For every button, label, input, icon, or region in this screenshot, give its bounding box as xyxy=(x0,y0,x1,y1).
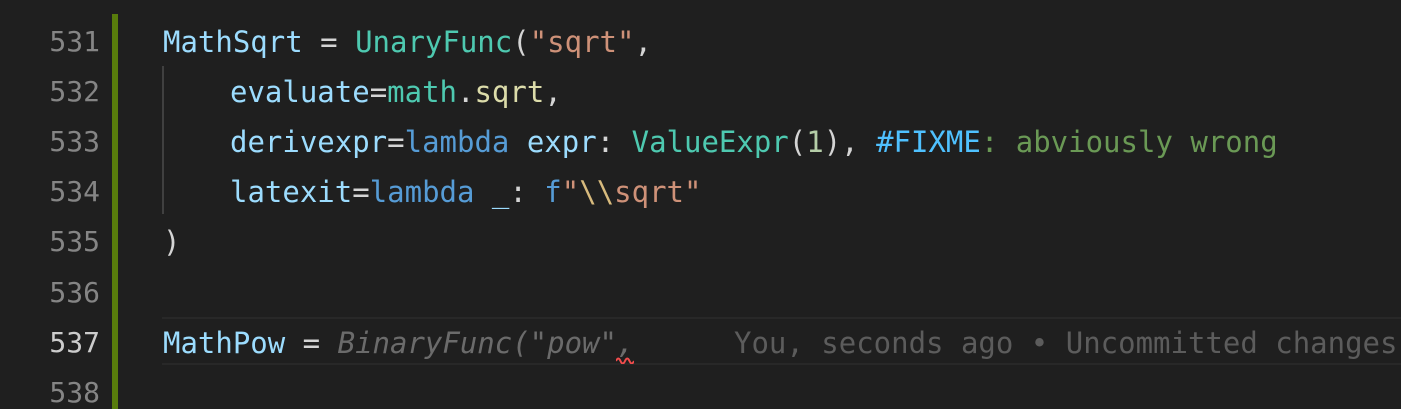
paren: ) xyxy=(823,125,842,159)
identifier: MathPow xyxy=(163,326,286,360)
error-squiggle-icon[interactable] xyxy=(616,356,634,364)
lambda-parameter: _ xyxy=(474,175,510,209)
function-name: sqrt xyxy=(474,75,545,109)
line-number: 533 xyxy=(49,125,100,158)
keyword-argument: latexit xyxy=(230,175,353,209)
git-blame-annotation[interactable]: You, seconds ago • Uncommitted changes xyxy=(734,318,1397,368)
operator: = xyxy=(285,326,338,360)
operator: = xyxy=(302,25,356,59)
line-number: 538 xyxy=(49,376,100,409)
class-name: UnaryFunc xyxy=(355,25,513,59)
colon: : xyxy=(596,125,632,159)
code-line-535[interactable]: ) xyxy=(163,217,180,267)
line-number: 535 xyxy=(49,225,100,258)
line-number: 531 xyxy=(49,25,100,58)
paren: ) xyxy=(163,225,181,259)
comment: : abviously wrong xyxy=(980,125,1278,159)
module-name: math xyxy=(387,75,457,109)
keyword-lambda: lambda xyxy=(404,125,510,159)
git-modified-indicator[interactable] xyxy=(112,14,118,409)
keyword-argument: evaluate xyxy=(230,75,370,109)
code-line-532[interactable]: evaluate=math.sqrt, xyxy=(230,67,562,117)
keyword-lambda: lambda xyxy=(369,175,475,209)
colon: : xyxy=(509,175,545,209)
comma: , xyxy=(841,125,877,159)
line-number: 536 xyxy=(49,276,100,309)
inline-suggestion[interactable]: BinaryFunc("pow", xyxy=(338,326,635,360)
code-line-534[interactable]: latexit=lambda _: f"\\sqrt" xyxy=(230,167,701,217)
line-number-active: 537 xyxy=(49,326,100,359)
identifier: MathSqrt xyxy=(163,25,303,59)
line-number: 534 xyxy=(49,175,100,208)
operator: = xyxy=(387,125,405,159)
class-name: ValueExpr xyxy=(631,125,789,159)
code-line-533[interactable]: derivexpr=lambda expr: ValueExpr(1), #FI… xyxy=(230,117,1278,167)
escape-sequence: \\ xyxy=(579,175,615,209)
code-line-531[interactable]: MathSqrt = UnaryFunc("sqrt", xyxy=(163,17,652,67)
comma: , xyxy=(634,25,652,59)
indent-guide xyxy=(162,66,164,214)
comma: , xyxy=(544,75,562,109)
string-quote: " xyxy=(561,175,580,209)
code-editor[interactable]: 531 532 533 534 535 536 537 538 MathSqrt… xyxy=(0,0,1401,409)
string-literal: sqrt" xyxy=(614,175,702,209)
fixme-tag: #FIXME xyxy=(876,125,981,159)
paren: ( xyxy=(512,25,530,59)
paren: ( xyxy=(788,125,807,159)
number-literal: 1 xyxy=(806,125,824,159)
lambda-parameter: expr xyxy=(509,125,597,159)
line-number-gutter: 531 532 533 534 535 536 537 538 xyxy=(0,0,112,409)
string-literal: "sqrt" xyxy=(529,25,635,59)
line-number: 532 xyxy=(49,75,100,108)
keyword-argument: derivexpr xyxy=(230,125,388,159)
operator: = xyxy=(369,75,388,109)
code-line-537[interactable]: MathPow = BinaryFunc("pow", xyxy=(163,318,634,368)
fstring-prefix: f xyxy=(544,175,562,209)
dot: . xyxy=(457,75,475,109)
operator: = xyxy=(352,175,370,209)
